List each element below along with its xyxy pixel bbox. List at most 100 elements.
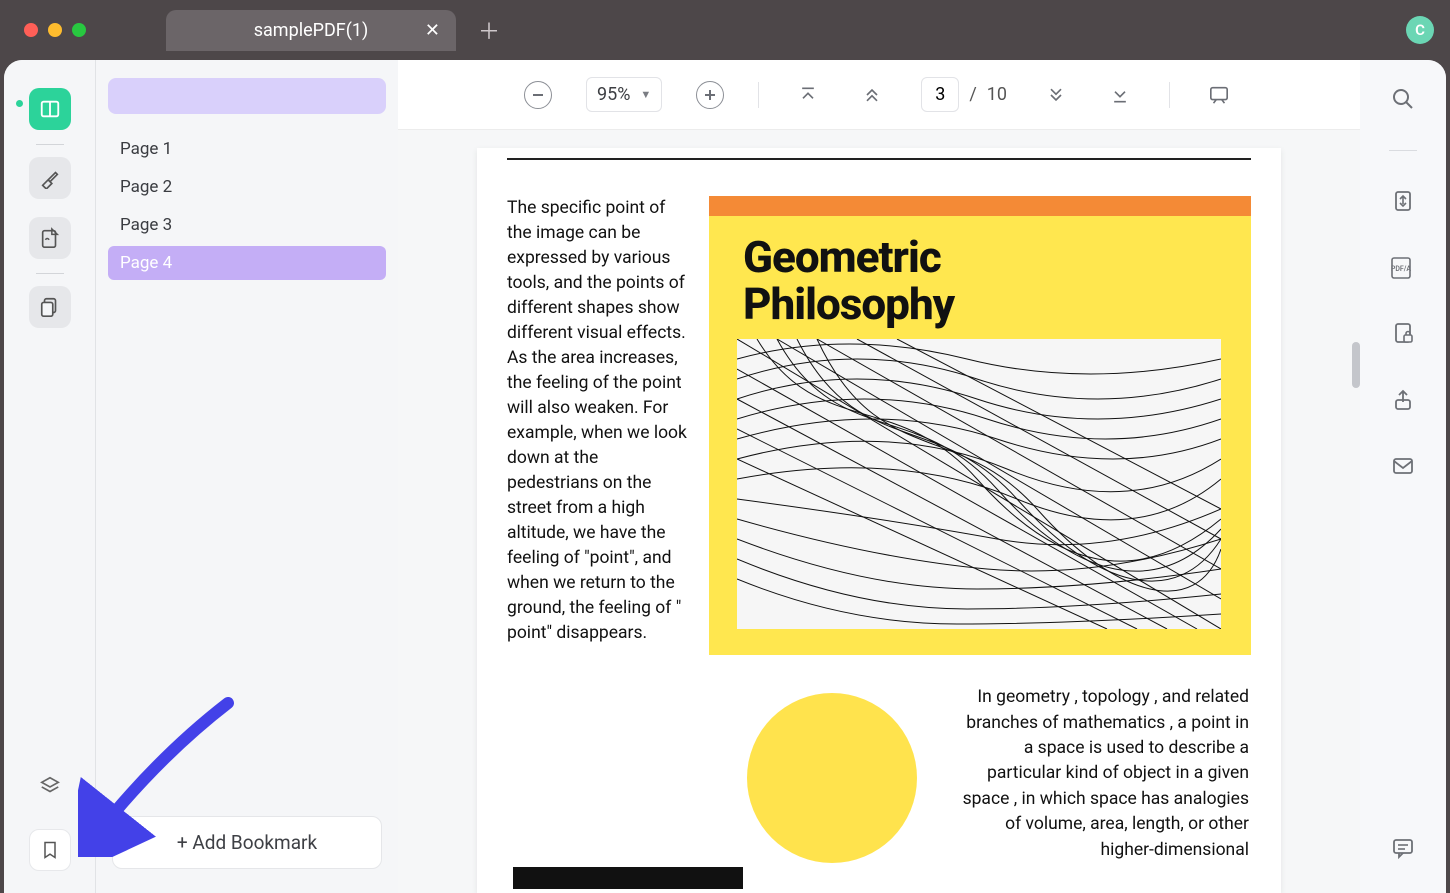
close-tab-icon[interactable]: ✕ [425, 20, 440, 41]
page-rule [507, 158, 1251, 160]
signature-icon [39, 227, 61, 249]
add-bookmark-button[interactable]: + Add Bookmark [112, 816, 382, 869]
pdfa-icon: PDF/A [1388, 255, 1418, 281]
first-page-button[interactable] [793, 80, 823, 110]
body-text: In geometry , topology , and related bra… [963, 687, 1249, 859]
new-tab-button[interactable]: ＋ [468, 10, 510, 50]
lower-content-row: In geometry , topology , and related bra… [507, 685, 1251, 863]
chevrons-up-icon [862, 85, 882, 105]
orange-bar [709, 196, 1251, 216]
right-text-column: In geometry , topology , and related bra… [957, 685, 1251, 863]
bookmark-button[interactable] [29, 829, 71, 871]
sign-button[interactable] [29, 217, 71, 259]
rail-divider [1389, 150, 1417, 151]
page-number-input[interactable] [921, 77, 959, 112]
page-indicator: / 10 [921, 77, 1007, 112]
hero-title: Geometric Philosophy [709, 216, 1251, 327]
minus-icon [531, 88, 545, 102]
chevrons-down-icon [1046, 85, 1066, 105]
title-line1: Geometric [743, 231, 941, 283]
active-indicator-dot [16, 100, 23, 107]
comments-button[interactable] [1388, 833, 1418, 863]
protect-button[interactable] [1388, 319, 1418, 349]
search-button[interactable] [1388, 84, 1418, 114]
page-list: Page 1 Page 2 Page 3 Page 4 [108, 132, 386, 280]
bookmarks-panel: Page 1 Page 2 Page 3 Page 4 + Add Bookma… [96, 60, 398, 893]
chevrons-down-bar-icon [1110, 85, 1130, 105]
page-label: Page 3 [120, 215, 172, 235]
pdf-page: The specific point of the image can be e… [477, 148, 1281, 893]
right-tool-rail: PDF/A [1360, 60, 1446, 893]
avatar-initial: C [1415, 21, 1425, 39]
user-avatar[interactable]: C [1406, 16, 1434, 44]
hero-card: Geometric Philosophy [709, 196, 1251, 655]
page-list-item[interactable]: Page 2 [108, 170, 386, 204]
highlighter-button[interactable] [29, 157, 71, 199]
left-text-column: The specific point of the image can be e… [507, 196, 689, 655]
scrollbar-thumb[interactable] [1352, 342, 1360, 388]
page-label: Page 4 [120, 253, 172, 273]
zoom-in-button[interactable] [696, 81, 724, 109]
image-strip [513, 867, 743, 889]
page-list-item[interactable]: Page 4 [108, 246, 386, 280]
pages-icon [39, 296, 61, 318]
page-label: Page 1 [120, 139, 172, 159]
pdfa-button[interactable]: PDF/A [1388, 253, 1418, 283]
convert-icon [1391, 189, 1415, 215]
panel-search-box[interactable] [108, 78, 386, 114]
convert-button[interactable] [1388, 187, 1418, 217]
toolbar-separator [1169, 82, 1170, 108]
comment-icon [1391, 837, 1415, 859]
add-bookmark-label: + Add Bookmark [177, 831, 317, 854]
toolbar-separator [758, 82, 759, 108]
minimize-window-button[interactable] [48, 23, 62, 37]
window-controls [24, 23, 86, 37]
page-total: 10 [987, 84, 1007, 105]
document-tab[interactable]: samplePDF(1) ✕ [166, 10, 456, 51]
book-icon [39, 98, 61, 120]
yellow-circle-graphic [747, 693, 917, 863]
fullscreen-window-button[interactable] [72, 23, 86, 37]
right-column: Geometric Philosophy [709, 196, 1251, 655]
prev-page-button[interactable] [857, 80, 887, 110]
envelope-icon [1391, 456, 1415, 476]
share-button[interactable] [1388, 385, 1418, 415]
chevrons-up-bar-icon [798, 85, 818, 105]
title-line2: Philosophy [743, 278, 954, 330]
svg-text:PDF/A: PDF/A [1391, 265, 1412, 273]
page-list-item[interactable]: Page 3 [108, 208, 386, 242]
page-label: Page 2 [120, 177, 172, 197]
tab-strip: samplePDF(1) ✕ ＋ [166, 10, 510, 51]
thumbnails-button[interactable] [29, 88, 71, 130]
pages-button[interactable] [29, 286, 71, 328]
last-page-button[interactable] [1105, 80, 1135, 110]
share-icon [1391, 388, 1415, 412]
highlighter-icon [39, 167, 61, 189]
rail-divider [36, 273, 64, 274]
presentation-icon [1208, 85, 1230, 105]
close-window-button[interactable] [24, 23, 38, 37]
left-tool-rail [4, 60, 96, 893]
abstract-geometric-image [737, 339, 1221, 629]
page-list-item[interactable]: Page 1 [108, 132, 386, 166]
search-icon [1391, 87, 1415, 111]
layers-button[interactable] [29, 765, 71, 807]
rail-divider [36, 144, 64, 145]
tab-title: samplePDF(1) [254, 20, 369, 41]
plus-icon [703, 88, 717, 102]
main-area: 95% ▼ / 10 [398, 60, 1360, 893]
chevron-down-icon: ▼ [640, 88, 651, 101]
document-viewport[interactable]: The specific point of the image can be e… [398, 130, 1360, 893]
zoom-value: 95% [597, 84, 630, 105]
next-page-button[interactable] [1041, 80, 1071, 110]
body-text: The specific point of the image can be e… [507, 198, 687, 643]
bookmark-icon [40, 840, 60, 860]
lock-file-icon [1391, 321, 1415, 347]
zoom-select[interactable]: 95% ▼ [586, 77, 662, 112]
titlebar: samplePDF(1) ✕ ＋ C [0, 0, 1450, 60]
zoom-out-button[interactable] [524, 81, 552, 109]
layers-icon [39, 775, 61, 797]
email-button[interactable] [1388, 451, 1418, 481]
presentation-button[interactable] [1204, 80, 1234, 110]
page-slash: / [969, 84, 976, 105]
